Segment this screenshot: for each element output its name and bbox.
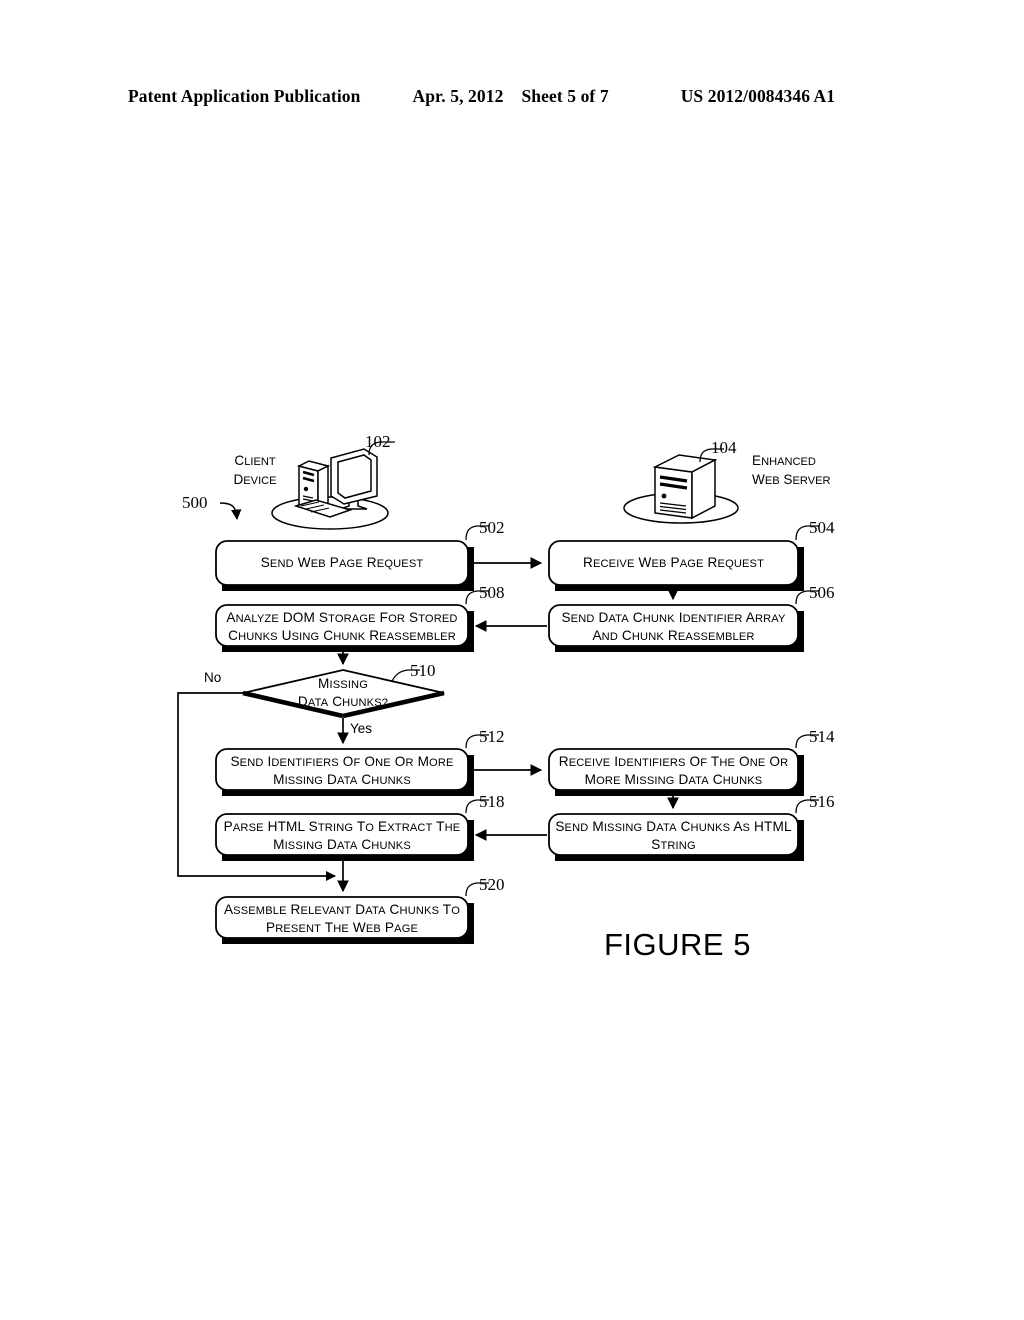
- figure-caption: FIGURE 5: [604, 927, 751, 962]
- patent-figure-5: CLIENT DEVICE ENHANCED WEB SERVER 102 10…: [0, 0, 1024, 1320]
- web-server-label: ENHANCED WEB SERVER: [752, 452, 862, 490]
- flow-box-518: [215, 799, 489, 861]
- ref-number-514: 514: [809, 727, 835, 746]
- ref-number-508: 508: [479, 583, 505, 602]
- ref-number-104: 104: [711, 438, 737, 457]
- client-device-label-line2: DEVICE: [233, 472, 277, 487]
- ref-number-512: 512: [479, 727, 505, 746]
- flow-box-502: [215, 525, 489, 591]
- flow-box-516: [548, 799, 819, 861]
- ref-number-504: 504: [809, 518, 835, 537]
- flow-box-508: [215, 590, 489, 652]
- flow-box-512: [215, 734, 489, 796]
- ref-number-518: 518: [479, 792, 505, 811]
- flow-box-514: [548, 734, 819, 796]
- flow-box-520: [215, 882, 489, 944]
- ref-number-516: 516: [809, 792, 835, 811]
- ref-number-520: 520: [479, 875, 505, 894]
- web-server-icon: [623, 448, 739, 524]
- client-device-label: CLIENT DEVICE: [215, 452, 295, 490]
- web-server-label-line2: WEB SERVER: [752, 472, 831, 487]
- figure-vector-canvas: [177, 441, 819, 944]
- flow-box-504: [548, 525, 819, 591]
- ref-number-506: 506: [809, 583, 835, 602]
- ref-number-500: 500: [182, 493, 208, 512]
- branch-label-no: No: [204, 670, 222, 685]
- diagram-ref-arrow: [219, 502, 242, 521]
- ref-number-510: 510: [410, 661, 436, 680]
- web-server-label-line1: ENHANCED: [752, 453, 816, 468]
- branch-label-yes: Yes: [350, 721, 373, 736]
- ref-number-102: 102: [365, 432, 391, 451]
- ref-number-502: 502: [479, 518, 505, 537]
- flow-box-506: [548, 590, 819, 652]
- client-device-label-line1: CLIENT: [234, 453, 276, 468]
